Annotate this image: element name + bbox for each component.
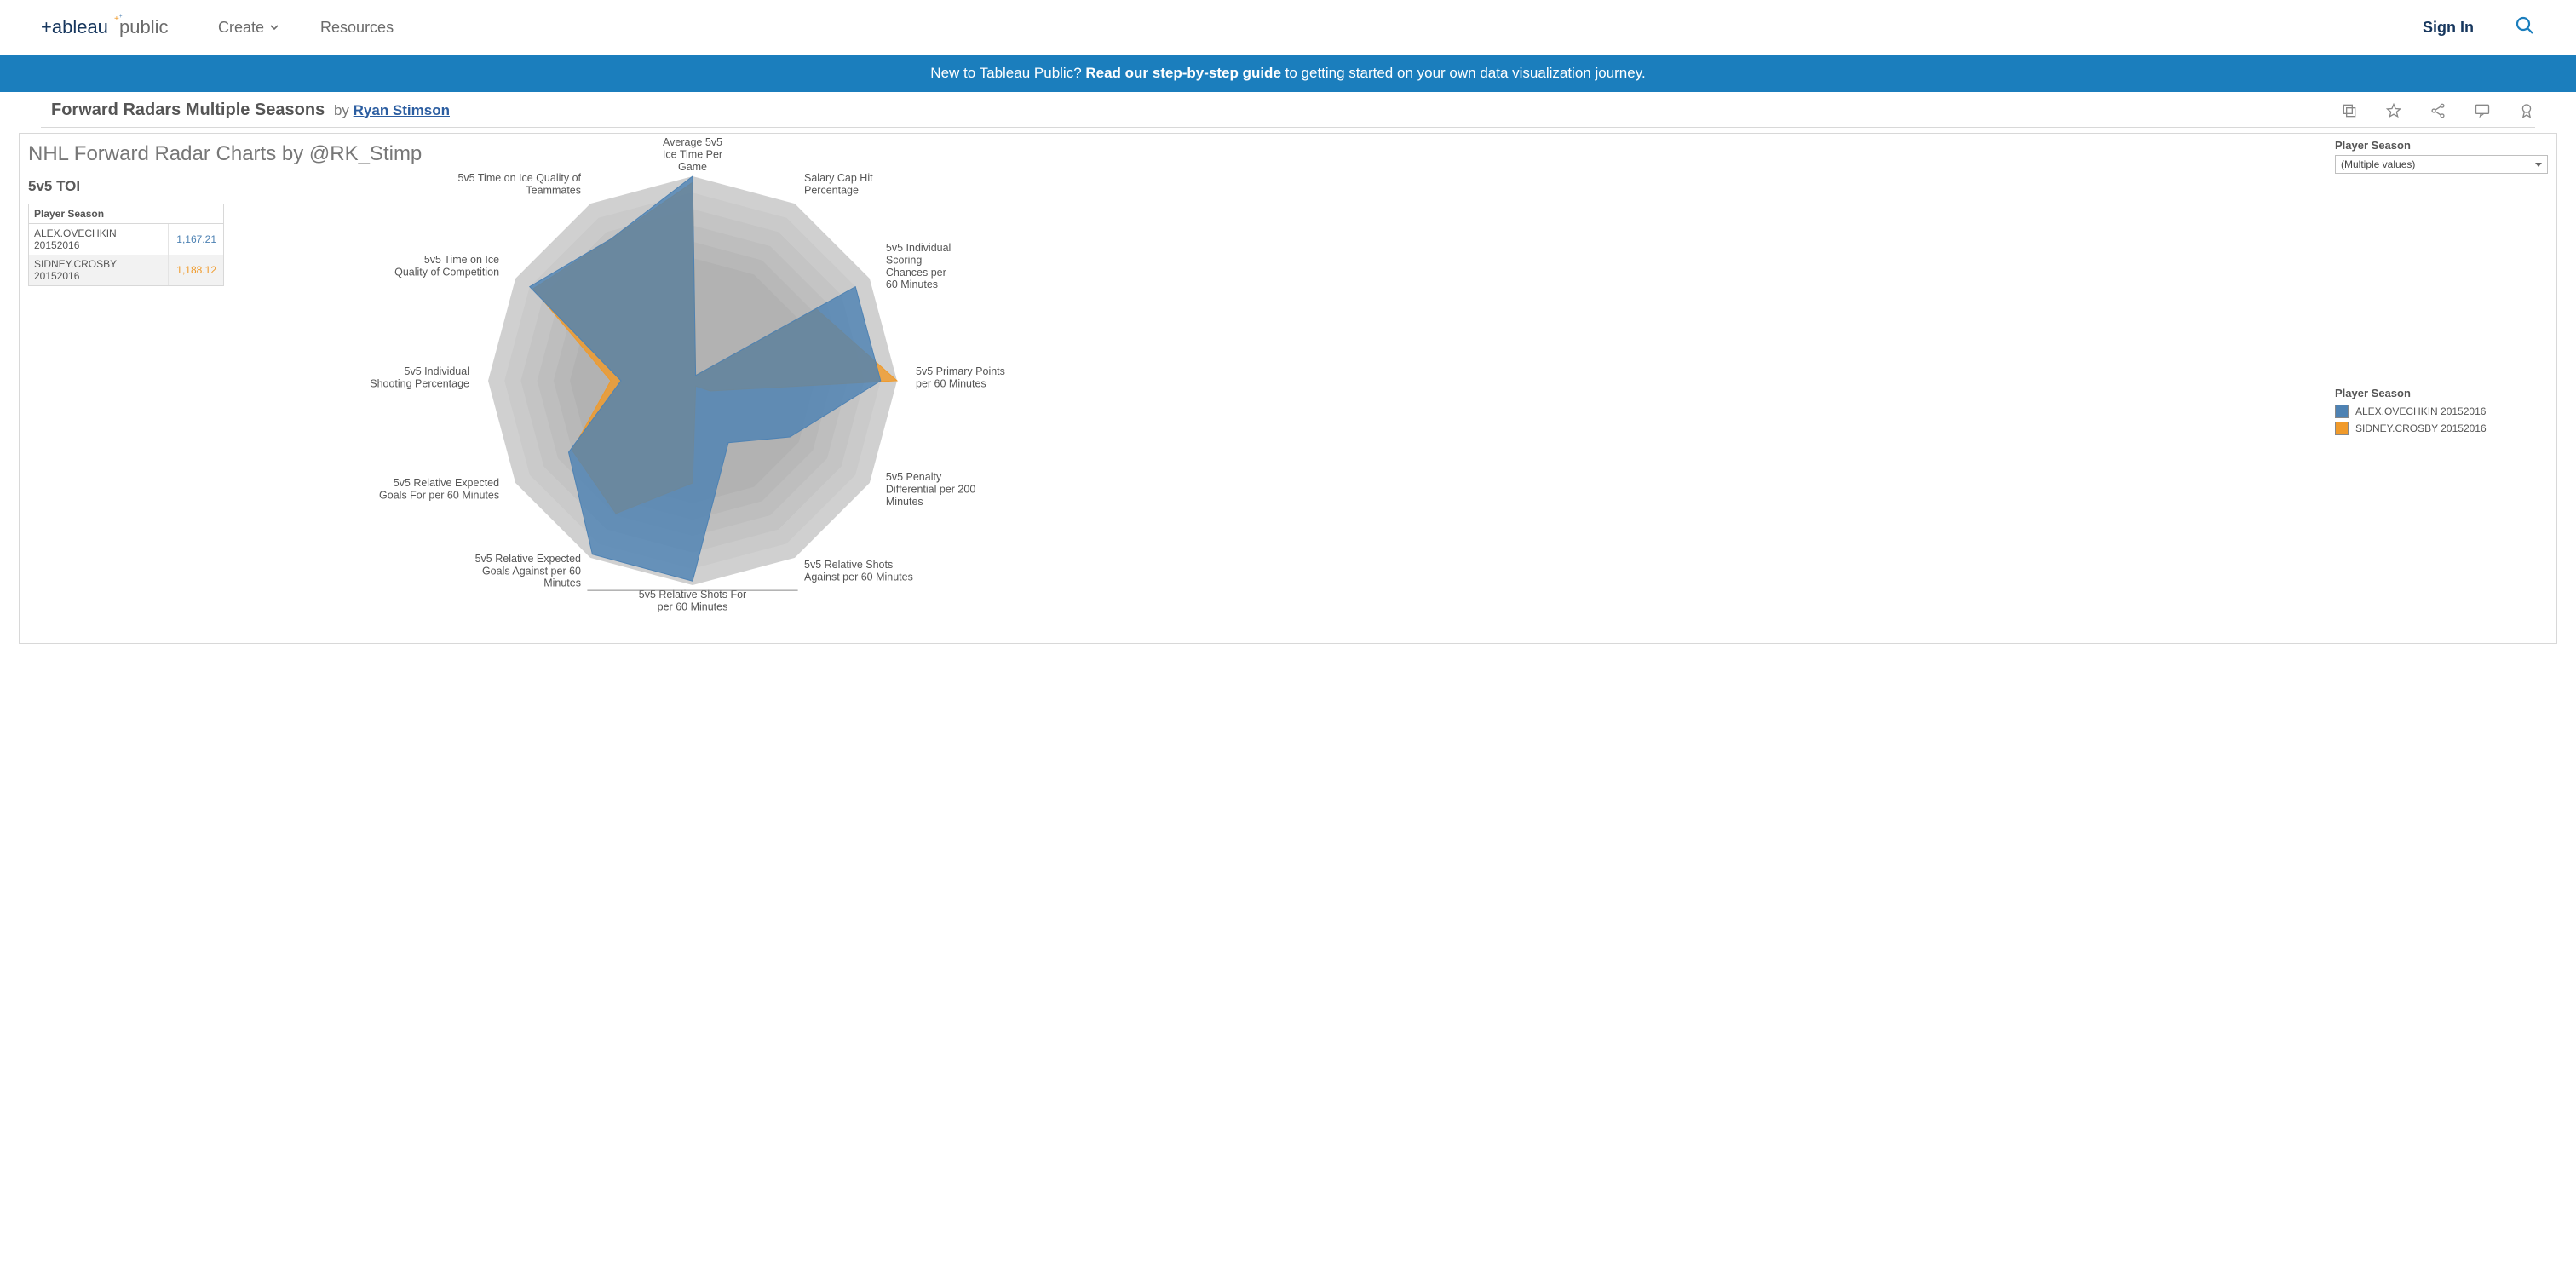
resources-link[interactable]: Resources bbox=[320, 19, 394, 37]
sign-in-link[interactable]: Sign In bbox=[2423, 19, 2474, 37]
legend-swatch bbox=[2335, 405, 2349, 418]
svg-text:5v5 Relative Shots Forper 60 M: 5v5 Relative Shots Forper 60 Minutes bbox=[639, 589, 746, 612]
svg-text:5v5 Time on IceQuality of Comp: 5v5 Time on IceQuality of Competition bbox=[394, 254, 499, 278]
svg-text:5v5 Relative ShotsAgainst per: 5v5 Relative ShotsAgainst per 60 Minutes bbox=[804, 559, 913, 583]
filter-label: Player Season bbox=[2335, 139, 2548, 152]
award-icon[interactable] bbox=[2518, 102, 2535, 119]
share-icon[interactable] bbox=[2429, 102, 2447, 119]
legend-item[interactable]: ALEX.OVECHKIN 20152016 bbox=[2335, 405, 2548, 418]
svg-text:public: public bbox=[119, 16, 168, 37]
toi-table: Player Season ALEX.OVECHKIN 201520161,16… bbox=[28, 204, 224, 286]
toi-value: 1,167.21 bbox=[169, 230, 223, 249]
legend-item[interactable]: SIDNEY.CROSBY 20152016 bbox=[2335, 422, 2548, 435]
svg-text:Salary Cap HitPercentage: Salary Cap HitPercentage bbox=[804, 172, 873, 196]
table-row[interactable]: SIDNEY.CROSBY 201520161,188.12 bbox=[29, 255, 223, 285]
legend-swatch bbox=[2335, 422, 2349, 435]
svg-text:Average 5v5Ice Time PerGame: Average 5v5Ice Time PerGame bbox=[663, 136, 722, 173]
top-nav: +ableau + + public Create Resources Sign… bbox=[0, 0, 2576, 55]
comment-icon[interactable] bbox=[2474, 102, 2491, 119]
toi-table-header: Player Season bbox=[29, 204, 223, 224]
viz-author-link[interactable]: Ryan Stimson bbox=[354, 102, 450, 119]
search-icon[interactable] bbox=[2515, 15, 2535, 40]
player-season-filter[interactable]: (Multiple values) bbox=[2335, 155, 2548, 174]
svg-text:5v5 IndividualScoringChances p: 5v5 IndividualScoringChances per60 Minut… bbox=[886, 242, 951, 290]
banner-prefix: New to Tableau Public? bbox=[930, 65, 1085, 81]
filter-value: (Multiple values) bbox=[2341, 158, 2415, 170]
player-season-legend: Player Season ALEX.OVECHKIN 20152016 SIDN… bbox=[2335, 387, 2548, 435]
svg-text:5v5 Relative ExpectedGoals Aga: 5v5 Relative ExpectedGoals Against per 6… bbox=[475, 553, 581, 589]
svg-text:5v5 Relative ExpectedGoals For: 5v5 Relative ExpectedGoals For per 60 Mi… bbox=[379, 477, 499, 501]
copy-icon[interactable] bbox=[2341, 102, 2358, 119]
chevron-down-icon bbox=[269, 19, 279, 37]
star-icon[interactable] bbox=[2385, 102, 2402, 119]
onboarding-banner[interactable]: New to Tableau Public? Read our step-by-… bbox=[0, 55, 2576, 92]
radar-chart[interactable]: Average 5v5Ice Time PerGameSalary Cap Hi… bbox=[369, 142, 982, 619]
svg-text:+ableau: +ableau bbox=[41, 16, 108, 37]
legend-label: SIDNEY.CROSBY 20152016 bbox=[2355, 422, 2487, 434]
banner-suffix: to getting started on your own data visu… bbox=[1281, 65, 1646, 81]
toi-player: ALEX.OVECHKIN 20152016 bbox=[29, 224, 169, 255]
viz-by: by bbox=[330, 102, 353, 119]
divider bbox=[41, 127, 2535, 128]
create-menu[interactable]: Create bbox=[218, 19, 279, 37]
resources-label: Resources bbox=[320, 19, 394, 37]
tableau-public-logo[interactable]: +ableau + + public bbox=[41, 13, 177, 42]
legend-label: ALEX.OVECHKIN 20152016 bbox=[2355, 405, 2486, 417]
svg-text:5v5 IndividualShooting Percent: 5v5 IndividualShooting Percentage bbox=[370, 365, 469, 389]
viz-title: Forward Radars Multiple Seasons bbox=[51, 101, 325, 120]
viz-header: Forward Radars Multiple Seasons by Ryan … bbox=[0, 92, 2576, 127]
legend-title: Player Season bbox=[2335, 387, 2548, 399]
svg-text:5v5 Primary Pointsper 60 Minut: 5v5 Primary Pointsper 60 Minutes bbox=[916, 365, 1005, 389]
table-row[interactable]: ALEX.OVECHKIN 201520161,167.21 bbox=[29, 224, 223, 255]
banner-bold: Read our step-by-step guide bbox=[1085, 65, 1281, 81]
svg-text:5v5 PenaltyDifferential per 20: 5v5 PenaltyDifferential per 200Minutes bbox=[886, 471, 975, 508]
create-label: Create bbox=[218, 19, 264, 37]
dashboard-frame: NHL Forward Radar Charts by @RK_Stimp 5v… bbox=[19, 133, 2557, 644]
right-column: Player Season (Multiple values) Player S… bbox=[2335, 139, 2548, 439]
toi-player: SIDNEY.CROSBY 20152016 bbox=[29, 255, 169, 285]
svg-text:5v5 Time on Ice Quality ofTeam: 5v5 Time on Ice Quality ofTeammates bbox=[457, 172, 581, 196]
toi-value: 1,188.12 bbox=[169, 261, 223, 279]
viz-actions bbox=[2341, 102, 2535, 119]
